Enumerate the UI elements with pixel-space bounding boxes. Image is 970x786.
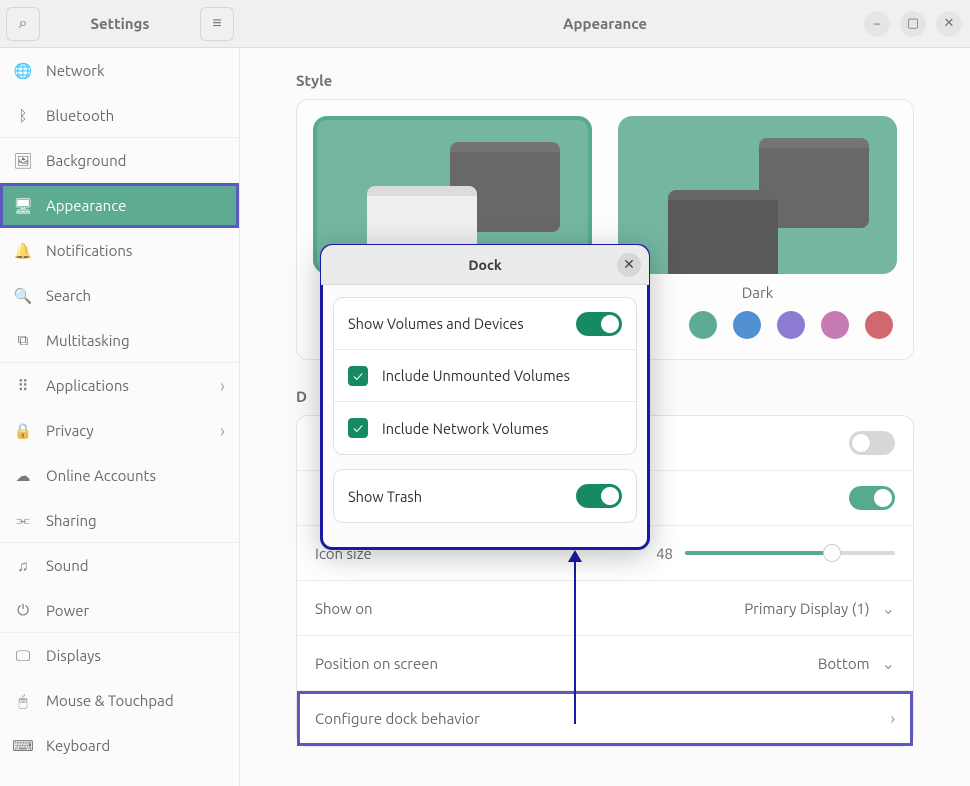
modal-title: Dock [468,257,501,273]
show-trash-label: Show Trash [348,488,564,505]
toggle-show-trash[interactable] [576,484,622,508]
row-include-unmounted[interactable]: ✓ Include Unmounted Volumes [334,350,636,402]
checkbox-network[interactable]: ✓ [348,418,368,438]
modal-group-trash: Show Trash [333,469,637,523]
annotation-arrow [574,556,576,724]
dock-modal: Dock ✕ Show Volumes and Devices ✓ Includ… [320,244,650,550]
checkbox-unmounted[interactable]: ✓ [348,366,368,386]
include-unmounted-label: Include Unmounted Volumes [382,367,622,384]
show-volumes-label: Show Volumes and Devices [348,315,564,332]
modal-header: Dock ✕ [321,245,649,285]
row-include-network[interactable]: ✓ Include Network Volumes [334,402,636,454]
row-show-trash: Show Trash [334,470,636,522]
toggle-show-volumes[interactable] [576,312,622,336]
include-network-label: Include Network Volumes [382,420,622,437]
annotation-arrow-head [568,550,582,562]
modal-group-volumes: Show Volumes and Devices ✓ Include Unmou… [333,297,637,455]
row-show-volumes: Show Volumes and Devices [334,298,636,350]
modal-close-button[interactable]: ✕ [617,253,641,277]
close-icon: ✕ [623,256,635,273]
